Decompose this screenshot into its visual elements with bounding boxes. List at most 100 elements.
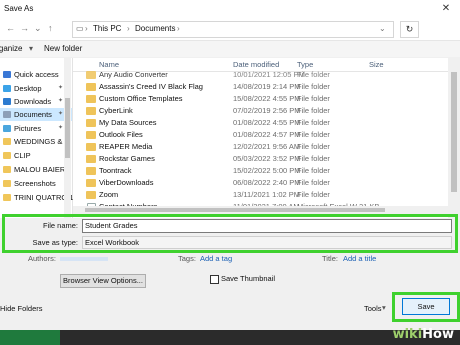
list-item[interactable]: REAPER Media 12/02/2021 9:56 AM File folde…: [73, 141, 373, 153]
dialog-footer: Hide Folders Tools ▾ Save: [0, 292, 460, 330]
file-type: File folder: [297, 70, 330, 79]
file-type: File folder: [297, 154, 330, 163]
list-item[interactable]: Toontrack 15/02/2022 5:00 PM File folder: [73, 165, 373, 177]
folder-icon: [86, 143, 96, 151]
sidebar-scrollbar[interactable]: [64, 58, 71, 218]
separator-icon: ›: [127, 24, 130, 33]
file-type: File folder: [297, 190, 330, 199]
separator-icon: ›: [85, 24, 88, 33]
file-list-scrollbar[interactable]: [448, 58, 460, 218]
savetype-select[interactable]: Excel Workbook: [82, 236, 452, 249]
list-item[interactable]: Zoom 13/11/2021 1:02 PM File folder: [73, 189, 373, 201]
sidebar-item-label: CLIP: [14, 151, 31, 160]
recent-chevron-icon[interactable]: ⌄: [34, 23, 42, 34]
file-name: ViberDownloads: [99, 178, 154, 187]
add-title-link[interactable]: Add a title: [343, 254, 376, 263]
list-item[interactable]: My Data Sources 01/08/2022 4:55 PM File fo…: [73, 117, 373, 129]
pin-icon: ✦: [58, 85, 64, 91]
sidebar-item-trini[interactable]: TRINI QUATRO 1: [0, 191, 73, 204]
file-name: Rockstar Games: [99, 154, 155, 163]
breadcrumb-documents[interactable]: Documents: [135, 24, 175, 33]
tags-label: Tags:: [178, 254, 196, 263]
close-icon[interactable]: ✕: [432, 0, 460, 18]
list-item[interactable]: Assassin's Creed IV Black Flag 14/08/2019…: [73, 81, 373, 93]
list-item[interactable]: Custom Office Templates 15/08/2022 4:55 P…: [73, 93, 373, 105]
scroll-thumb[interactable]: [65, 98, 70, 158]
separator-icon: ›: [177, 24, 180, 33]
sidebar-item-clip[interactable]: CLIP: [0, 149, 72, 162]
documents-icon: [3, 111, 11, 118]
pc-icon: ▭: [76, 24, 84, 33]
sidebar-item-quick-access[interactable]: Quick access: [0, 68, 72, 81]
folder-icon: [86, 71, 96, 79]
folder-icon: [86, 131, 96, 139]
list-item[interactable]: Outlook Files 01/08/2022 4:57 PM File fold…: [73, 129, 373, 141]
horizontal-scrollbar[interactable]: [73, 206, 448, 214]
sidebar-item-documents[interactable]: Documents ✦: [0, 108, 72, 121]
sidebar-item-malou[interactable]: MALOU BAIERE: [0, 163, 72, 176]
sidebar-item-label: Downloads: [14, 97, 52, 106]
save-as-dialog: Save As ✕ ← → ⌄ ↑ ▭ › This PC › Document…: [0, 0, 460, 330]
desktop-icon: [3, 85, 11, 92]
pictures-icon: [3, 125, 11, 132]
title-bar: Save As ✕: [0, 0, 460, 18]
list-item[interactable]: Rockstar Games 05/03/2022 3:52 PM File fol…: [73, 153, 373, 165]
address-dropdown-icon[interactable]: ⌄: [379, 24, 386, 33]
window-title: Save As: [4, 4, 34, 13]
filename-input[interactable]: Student Grades: [82, 219, 452, 233]
save-thumbnail-checkbox[interactable]: [210, 275, 219, 284]
folder-icon: [86, 107, 96, 115]
file-date: 01/08/2022 4:57 PM: [233, 130, 301, 139]
scroll-thumb[interactable]: [451, 72, 457, 192]
forward-icon[interactable]: →: [20, 23, 29, 33]
file-type: File folder: [297, 94, 330, 103]
organize-chevron-icon: ▾: [29, 44, 34, 53]
file-date: 15/08/2022 4:55 PM: [233, 94, 301, 103]
file-name: Outlook Files: [99, 130, 143, 139]
folder-icon: [3, 152, 11, 159]
tools-chevron-icon: ▾: [382, 303, 386, 312]
sidebar-item-pictures[interactable]: Pictures ✦: [0, 122, 72, 135]
column-size[interactable]: Size: [369, 60, 384, 69]
save-button[interactable]: Save: [402, 298, 450, 315]
authors-label: Authors:: [28, 254, 56, 263]
sidebar-item-label: MALOU BAIERE: [14, 165, 71, 174]
list-item[interactable]: CyberLink 07/02/2019 2:56 PM File folder: [73, 105, 373, 117]
sidebar-item-desktop[interactable]: Desktop ✦: [0, 82, 72, 95]
file-name: Assassin's Creed IV Black Flag: [99, 82, 203, 91]
sidebar-item-downloads[interactable]: Downloads ✦: [0, 95, 72, 108]
back-icon[interactable]: ←: [6, 23, 15, 33]
refresh-icon[interactable]: ↻: [400, 21, 419, 38]
file-type: File folder: [297, 106, 330, 115]
title-label: Title:: [322, 254, 338, 263]
sidebar-item-weddings[interactable]: WEDDINGS &: [0, 135, 72, 148]
tools-button[interactable]: Tools: [364, 304, 382, 313]
column-date[interactable]: Date modified: [233, 60, 279, 69]
organize-button[interactable]: Organize: [0, 44, 22, 53]
column-type[interactable]: Type: [297, 60, 313, 69]
folder-icon: [86, 155, 96, 163]
new-folder-button[interactable]: New folder: [44, 44, 82, 53]
file-name: Toontrack: [99, 166, 132, 175]
list-item[interactable]: ViberDownloads 06/08/2022 2:40 PM File fol…: [73, 177, 373, 189]
folder-icon: [86, 179, 96, 187]
address-input[interactable]: ▭ › This PC › Documents › ⌄: [72, 21, 394, 38]
hide-folders-button[interactable]: Hide Folders: [0, 304, 43, 313]
column-name[interactable]: Name: [99, 60, 119, 69]
add-tag-link[interactable]: Add a tag: [200, 254, 232, 263]
address-bar: ← → ⌄ ↑ ▭ › This PC › Documents › ⌄ ↻: [0, 18, 460, 41]
breadcrumb-this-pc[interactable]: This PC: [93, 24, 121, 33]
download-icon: [3, 98, 11, 105]
file-name: Zoom: [99, 190, 119, 199]
scroll-thumb[interactable]: [85, 208, 385, 212]
star-icon: [3, 71, 11, 78]
file-type: File folder: [297, 178, 330, 187]
list-item[interactable]: Any Audio Converter 10/01/2021 12:05 PM Fi…: [73, 69, 373, 81]
sidebar-item-screenshots[interactable]: Screenshots: [0, 177, 72, 190]
sidebar-item-label: Desktop: [14, 84, 42, 93]
filename-label: File name:: [42, 221, 78, 230]
browser-view-options-button[interactable]: Browser View Options...: [60, 274, 146, 288]
up-icon[interactable]: ↑: [48, 23, 53, 33]
authors-value[interactable]: [60, 257, 108, 261]
file-name: CyberLink: [99, 106, 133, 115]
